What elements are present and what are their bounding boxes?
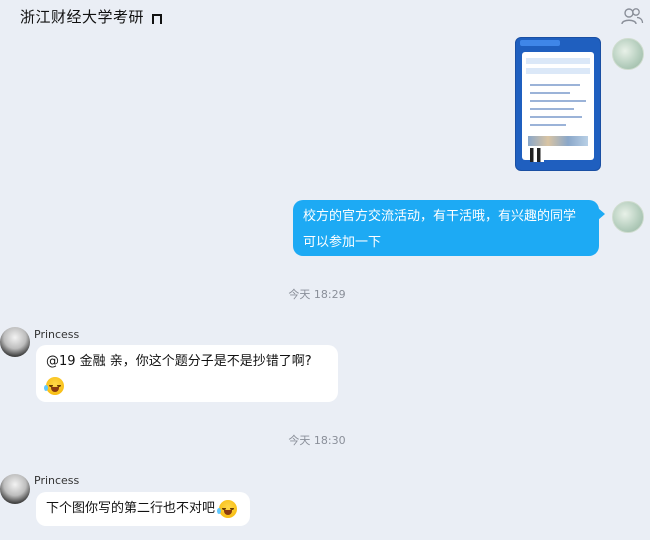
poster-text-line [530,108,574,110]
self-message-bubble[interactable]: 校方的官方交流活动，有干活哦，有兴趣的同学 可以参加一下 [293,200,599,256]
princess-avatar[interactable] [0,327,30,357]
bubble-tail [598,208,605,220]
laugh-cry-emoji-icon [217,499,238,518]
poster-text-line [530,92,570,94]
message-line: 校方的官方交流活动，有干活哦，有兴趣的同学 [303,209,577,224]
message-line: @19 金融 亲，你这个题分子是不是抄错了啊? [46,354,312,369]
timestamp: 今天 18:30 [288,434,346,447]
chat-title-marker [152,14,162,24]
poster-campus-photo [528,136,588,146]
sender-name[interactable]: Princess [34,474,79,487]
poster-qr-code [530,148,544,162]
poster-text-line [530,84,580,86]
poster-text-line [530,116,582,118]
message-line: 可以参加一下 [303,235,382,250]
self-avatar[interactable] [612,38,644,70]
poster-content [522,52,594,162]
poster-title-band [526,58,590,64]
self-avatar[interactable] [612,201,644,233]
poster-header-bar [520,40,560,46]
chat-header: 浙江财经大学考研 [0,0,650,34]
other-message-bubble[interactable]: 下个图你写的第二行也不对吧 [36,492,250,526]
group-members-icon[interactable] [620,6,644,26]
poster-subtitle-band [526,68,590,74]
princess-avatar[interactable] [0,474,30,504]
laugh-cry-emoji-icon [44,376,64,395]
message-line: 下个图你写的第二行也不对吧 [46,501,216,516]
shared-poster-image[interactable] [515,37,601,171]
poster-text-line [530,100,586,102]
other-message-bubble[interactable]: @19 金融 亲，你这个题分子是不是抄错了啊? [36,345,338,402]
poster-text-line [530,124,566,126]
sender-name[interactable]: Princess [34,328,79,341]
chat-title[interactable]: 浙江财经大学考研 [20,6,144,27]
timestamp: 今天 18:29 [288,288,346,301]
